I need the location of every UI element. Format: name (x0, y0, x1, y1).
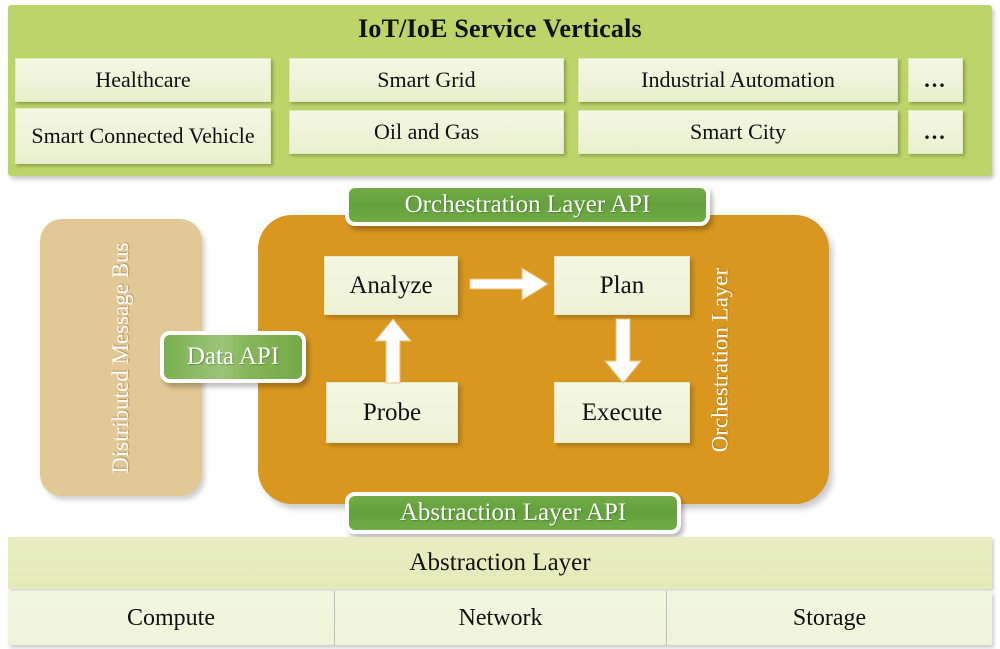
arrow-down-icon (602, 317, 646, 385)
architecture-diagram: IoT/IoE Service Verticals Healthcare Sma… (0, 0, 1000, 649)
abstraction-layer-api-pill[interactable]: Abstraction Layer API (345, 492, 681, 534)
vertical-box-more-row1[interactable]: ... (908, 58, 963, 102)
service-verticals-title: IoT/IoE Service Verticals (358, 14, 642, 43)
resource-cell-network[interactable]: Network (335, 591, 667, 645)
vertical-box-healthcare[interactable]: Healthcare (15, 58, 271, 102)
resource-cell-storage[interactable]: Storage (667, 591, 992, 645)
process-box-plan[interactable]: Plan (554, 256, 690, 315)
abstraction-resources-row: Compute Network Storage (8, 591, 992, 645)
process-box-analyze[interactable]: Analyze (324, 256, 458, 315)
vertical-box-smart-connected-vehicle[interactable]: Smart Connected Vehicle (15, 108, 271, 164)
process-box-probe[interactable]: Probe (326, 382, 458, 443)
arrow-up-icon (372, 317, 416, 385)
data-api-pill[interactable]: Data API (160, 331, 306, 383)
orchestration-layer-label: Orchestration Layer (707, 267, 733, 452)
orchestration-layer-api-pill[interactable]: Orchestration Layer API (345, 184, 710, 226)
vertical-box-oil-and-gas[interactable]: Oil and Gas (289, 110, 564, 154)
arrow-right-icon (468, 262, 552, 306)
resource-cell-compute[interactable]: Compute (8, 591, 335, 645)
vertical-box-smart-city[interactable]: Smart City (578, 110, 898, 154)
vertical-box-smart-grid[interactable]: Smart Grid (289, 58, 564, 102)
distributed-message-bus-label: Distributed Message Bus (107, 241, 133, 474)
vertical-box-industrial-automation[interactable]: Industrial Automation (578, 58, 898, 102)
vertical-box-more-row2[interactable]: ... (908, 110, 963, 154)
abstraction-layer-band: Abstraction Layer (8, 537, 992, 589)
process-box-execute[interactable]: Execute (554, 382, 690, 443)
